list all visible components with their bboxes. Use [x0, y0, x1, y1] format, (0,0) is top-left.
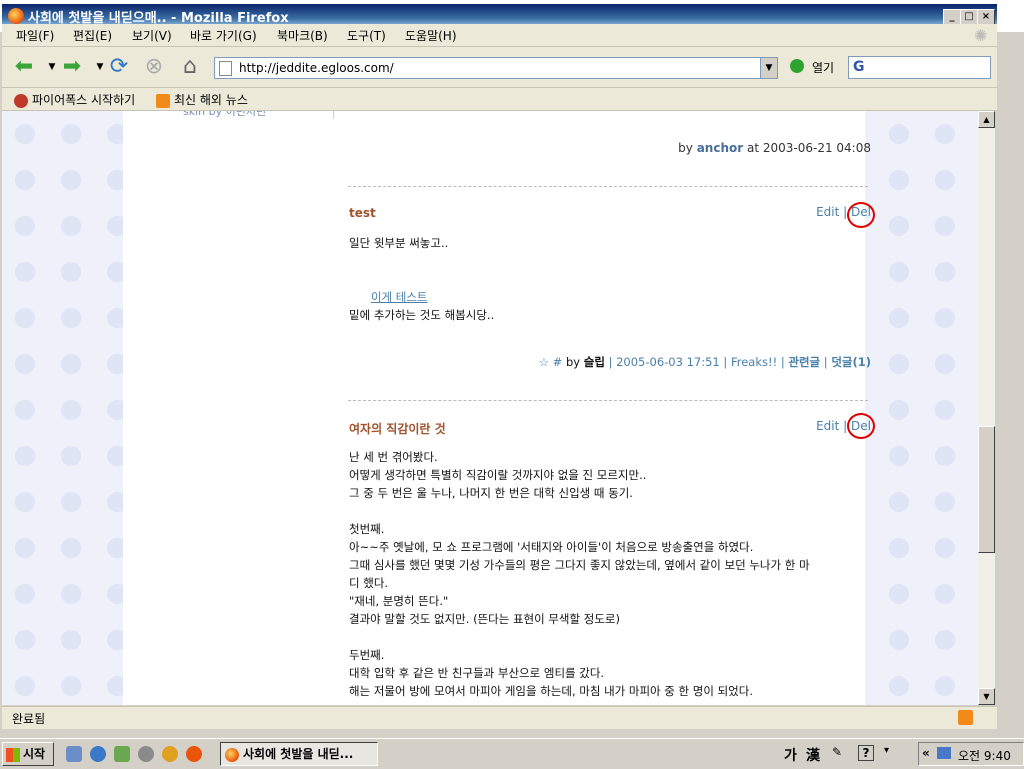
menu-file[interactable]: 파일(F) [16, 27, 54, 44]
ime-options-icon[interactable]: ▾ [884, 745, 889, 756]
post-divider [348, 186, 868, 187]
sidebar-divider [333, 111, 334, 119]
ime-hanja-indicator[interactable]: 漢 [806, 745, 820, 765]
url-dropdown-icon[interactable]: ▼ [760, 58, 777, 78]
menu-bar: 파일(F) 편집(E) 보기(V) 바로 가기(G) 북마크(B) 도구(T) … [2, 24, 997, 47]
clock: 오전 9:40 [958, 749, 1011, 763]
meta-separator: | [823, 355, 828, 369]
navigation-toolbar: ⬅ ▼ ➡ ▼ ⟳ ⊗ ⌂ http://jeddite.egloos.com/… [2, 47, 997, 88]
quicklaunch-music-icon[interactable] [114, 746, 130, 762]
ime-language-indicator[interactable]: 가 [784, 745, 797, 765]
scroll-thumb[interactable] [978, 426, 995, 553]
go-button-label[interactable]: 열기 [812, 59, 834, 76]
forward-arrow-icon[interactable]: ➡ [60, 55, 84, 79]
menu-view[interactable]: 보기(V) [132, 27, 172, 44]
status-text: 완료됨 [12, 712, 46, 726]
sidebar-skin-credit: skin by 이런저런 [183, 111, 267, 118]
post-divider [348, 400, 868, 401]
menu-bookmarks[interactable]: 북마크(B) [277, 27, 328, 44]
firefox-icon [225, 747, 239, 762]
byline-author[interactable]: anchor [697, 141, 743, 155]
start-label: 시작 [23, 747, 46, 761]
taskbar: 시작 사회에 첫발을 내딛... 가 漢 ✎ ? ▾ « 오전 9:40 [0, 738, 1024, 769]
post-meta: ☆ # by 슬립 | 2005-06-03 17:51 | Freaks!! … [539, 354, 871, 370]
firefox-icon [8, 8, 24, 24]
quicklaunch-player-icon[interactable] [162, 746, 178, 762]
url-text[interactable]: http://jeddite.egloos.com/ [239, 61, 394, 75]
meta-category-link[interactable]: Freaks!! [731, 355, 777, 369]
home-icon[interactable]: ⌂ [178, 55, 202, 79]
windows-logo-icon [6, 747, 20, 762]
ime-tool-icon[interactable]: ✎ [832, 745, 842, 759]
post-link[interactable]: 이게 테스트 [371, 290, 428, 304]
bookmark-firefox-start[interactable]: 파이어폭스 시작하기 [14, 91, 135, 108]
taskbar-window-button[interactable]: 사회에 첫발을 내딛... [220, 742, 378, 766]
menu-edit[interactable]: 편집(E) [73, 27, 112, 44]
bookmark-label: 파이어폭스 시작하기 [32, 93, 136, 107]
back-arrow-icon[interactable]: ⬅ [12, 55, 36, 79]
blog-page: skin by 이런저런 by anchor at 2003-06-21 04:… [123, 111, 875, 705]
menu-help[interactable]: 도움말(H) [405, 27, 457, 44]
scroll-down-icon[interactable]: ▼ [978, 688, 995, 705]
meta-separator: | [723, 355, 728, 369]
bookmark-news[interactable]: 최신 해외 뉴스 [156, 91, 248, 108]
red-annotation-circle [847, 202, 875, 228]
byline-date: at 2003-06-21 04:08 [746, 141, 871, 155]
help-icon[interactable]: ? [858, 745, 874, 761]
menu-tools[interactable]: 도구(T) [347, 27, 386, 44]
post-title[interactable]: 여자의 직감이란 것 [349, 420, 446, 437]
minimize-button[interactable]: _ [943, 9, 961, 25]
rss-feed-icon [156, 93, 170, 108]
quicklaunch-browser-icon[interactable] [90, 746, 106, 762]
bookmark-label: 최신 해외 뉴스 [174, 93, 248, 107]
byline-by: by [678, 141, 693, 155]
scroll-up-icon[interactable]: ▲ [978, 111, 995, 128]
vertical-scrollbar[interactable]: ▲ ▼ [978, 111, 995, 705]
status-bar: 완료됨 [2, 706, 997, 729]
red-annotation-circle [847, 413, 875, 439]
meta-separator: | [608, 355, 613, 369]
go-icon[interactable] [790, 59, 804, 73]
previous-post-byline: by anchor at 2003-06-21 04:08 [678, 141, 871, 155]
tray-expand-icon[interactable]: « [922, 746, 930, 760]
reload-icon[interactable]: ⟳ [107, 55, 131, 79]
rss-status-icon[interactable] [958, 710, 973, 725]
comments-link[interactable]: 덧글(1) [831, 355, 871, 369]
url-bar[interactable]: http://jeddite.egloos.com/ ▼ [214, 57, 778, 79]
post-body-line: 밑에 추가하는 것도 해봅시당.. [349, 308, 495, 322]
meta-separator: | [780, 355, 785, 369]
menu-go[interactable]: 바로 가기(G) [190, 27, 257, 44]
throbber-icon: ✺ [974, 26, 988, 45]
post-body: 난 세 번 겪어봤다. 어떻게 생각하면 특별히 직감이랄 것까지야 없을 진 … [349, 450, 810, 698]
edit-link[interactable]: Edit [816, 205, 839, 219]
stop-icon[interactable]: ⊗ [142, 55, 166, 79]
bookmarks-toolbar: 파이어폭스 시작하기 최신 해외 뉴스 [2, 88, 997, 111]
edit-link[interactable]: Edit [816, 419, 839, 433]
post-body-line: 일단 윗부분 써놓고.. [349, 236, 449, 250]
start-button[interactable]: 시작 [2, 742, 54, 766]
meta-by: by [565, 355, 581, 369]
post-title[interactable]: test [349, 206, 376, 220]
related-posts-link[interactable]: 관련글 [788, 355, 820, 369]
quicklaunch-ie-icon[interactable] [66, 746, 82, 762]
quicklaunch-firefox-icon[interactable] [186, 746, 202, 762]
meta-author[interactable]: 슬립 [584, 355, 605, 369]
taskbar-window-label: 사회에 첫발을 내딛... [243, 747, 354, 761]
permalink-link[interactable]: ☆ # [539, 355, 563, 369]
quicklaunch-media-icon[interactable] [138, 746, 154, 762]
search-input[interactable]: G [848, 56, 991, 79]
google-search-icon[interactable]: G [853, 59, 865, 75]
page-viewport: skin by 이런저런 by anchor at 2003-06-21 04:… [2, 111, 978, 705]
meta-date: 2005-06-03 17:51 [616, 355, 720, 369]
network-icon[interactable] [937, 747, 951, 759]
maximize-button[interactable]: □ [960, 9, 978, 25]
firefox-start-icon [14, 93, 28, 108]
page-favicon-icon [219, 61, 232, 76]
close-button[interactable]: × [977, 9, 995, 25]
